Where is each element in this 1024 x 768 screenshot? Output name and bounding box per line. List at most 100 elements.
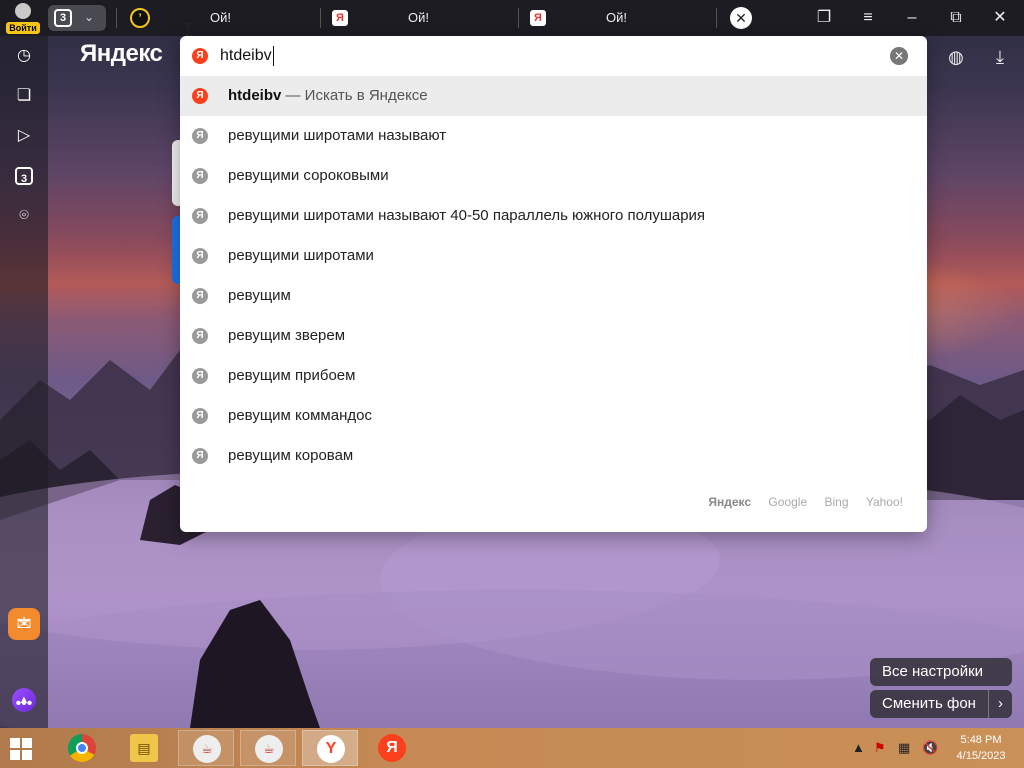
clock-time: 5:48 PM bbox=[960, 734, 1002, 746]
suggestion-text: ревущим прибоем bbox=[228, 367, 356, 384]
menu-icon[interactable]: ≡ bbox=[856, 6, 880, 30]
engine-yandex[interactable]: Яндекс bbox=[708, 495, 751, 509]
chevron-down-icon: ⌄ bbox=[84, 10, 95, 24]
yandex-favicon-icon: Я bbox=[530, 10, 546, 26]
suggestion-item[interactable]: Я ревущими широтами bbox=[180, 236, 927, 276]
system-clock[interactable]: 5:48 PM 4/15/2023 bbox=[944, 732, 1018, 764]
engine-yahoo[interactable]: Yahoo! bbox=[866, 495, 903, 509]
restore-icon[interactable]: ⧉ bbox=[944, 6, 968, 30]
tab-bar: Войти 3 ⌄ ʼ Ой! Я Ой! Я Ой! ✕ ❐ ≡ – ⧉ ✕ bbox=[0, 0, 1024, 36]
clear-search-icon[interactable]: ✕ bbox=[890, 47, 908, 65]
tab-count: 3 bbox=[54, 9, 72, 27]
suggestion-item[interactable]: Я ревущим коммандос bbox=[180, 396, 927, 436]
suggestion-text: htdeibv — Искать в Яндексе bbox=[228, 87, 428, 104]
download-icon[interactable]: ⤓ bbox=[989, 46, 1011, 68]
yandex-logo-icon: Я bbox=[192, 248, 208, 264]
divider bbox=[116, 8, 117, 28]
yandex-logo-icon: Я bbox=[192, 48, 208, 64]
search-engines: Яндекс Google Bing Yahoo! bbox=[694, 495, 903, 509]
volume-muted-icon[interactable]: 🔇 bbox=[922, 740, 938, 756]
taskbar-java-2[interactable]: ☕ bbox=[240, 730, 296, 766]
yandex-logo-icon: Я bbox=[192, 208, 208, 224]
suggestion-text: ревущими широтами bbox=[228, 247, 374, 264]
java-icon: ☕ bbox=[193, 735, 221, 763]
taskbar: ▤ ☕ ☕ Y Я ▲ ⚑ ▦ 🔇 bbox=[0, 728, 1024, 768]
suggestion-item[interactable]: Я htdeibv — Искать в Яндексе bbox=[180, 76, 927, 116]
yandex-logo-icon: Я bbox=[192, 88, 208, 104]
taskbar-explorer[interactable]: ▤ bbox=[116, 730, 172, 766]
search-bar[interactable]: Я htdeibv ✕ bbox=[180, 36, 927, 76]
suggestion-item[interactable]: Я ревущими широтами называют 40-50 парал… bbox=[180, 196, 927, 236]
taskbar-yandex[interactable]: Я bbox=[364, 730, 420, 766]
suggestion-text: ревущими широтами называют 40-50 паралле… bbox=[228, 207, 706, 224]
close-tab-icon[interactable]: ✕ bbox=[730, 7, 752, 29]
history-icon[interactable]: ◷ bbox=[12, 44, 36, 68]
chrome-icon bbox=[68, 734, 96, 762]
yandex-logo-icon: Я bbox=[192, 168, 208, 184]
clock-date: 4/15/2023 bbox=[956, 750, 1006, 762]
login-label: Войти bbox=[6, 22, 40, 34]
engine-bing[interactable]: Bing bbox=[824, 495, 848, 509]
action-center-icon[interactable]: ⚑ bbox=[874, 740, 886, 756]
yandex-logo-icon: Я bbox=[192, 328, 208, 344]
search-input[interactable]: htdeibv bbox=[220, 46, 274, 66]
brand-logo: Яндекс bbox=[80, 40, 163, 67]
windows-start-icon[interactable] bbox=[10, 738, 32, 760]
taskbar-chrome[interactable] bbox=[54, 730, 110, 766]
change-background-button[interactable]: Сменить фон › bbox=[870, 690, 1012, 718]
login-button[interactable]: Войти bbox=[6, 3, 40, 34]
folder-icon: ▤ bbox=[130, 734, 158, 762]
tab-2[interactable]: Я Ой! bbox=[332, 0, 517, 36]
more-icon[interactable]: ••• bbox=[12, 692, 36, 716]
tab-3[interactable]: Я Ой! bbox=[530, 0, 710, 36]
close-window-icon[interactable]: ✕ bbox=[988, 6, 1012, 30]
text-cursor-icon: I bbox=[183, 20, 194, 41]
network-icon[interactable]: ▦ bbox=[898, 740, 910, 756]
sidebar: ◷ ❏ ▷ 3 ⌾ ✉ + ▲ ••• bbox=[0, 36, 48, 728]
tab-title: Ой! bbox=[408, 10, 429, 25]
tab-count-button[interactable]: 3 ⌄ bbox=[48, 5, 106, 31]
search-dropdown: Я htdeibv ✕ Я htdeibv — Искать в Яндексе… bbox=[180, 36, 927, 532]
divider bbox=[716, 8, 717, 28]
suggestion-item[interactable]: Я ревущим коровам bbox=[180, 436, 927, 476]
yandex-logo-icon: Я bbox=[192, 288, 208, 304]
globe-icon[interactable]: ◍ bbox=[945, 46, 967, 68]
yandex-logo-icon: Я bbox=[192, 368, 208, 384]
tab-title: Ой! bbox=[210, 10, 231, 25]
yandex-icon: Я bbox=[378, 734, 406, 762]
suggestion-text: ревущими сороковыми bbox=[228, 167, 389, 184]
collections-icon[interactable]: ❏ bbox=[12, 84, 36, 108]
bookmarks-icon[interactable]: ❐ bbox=[812, 6, 836, 30]
engine-google[interactable]: Google bbox=[768, 495, 807, 509]
show-hidden-icons[interactable]: ▲ bbox=[852, 740, 865, 755]
suggestion-text: ревущим коровам bbox=[228, 447, 354, 464]
suggestion-item[interactable]: Я ревущим зверем bbox=[180, 316, 927, 356]
divider bbox=[320, 8, 321, 28]
yandex-favicon-icon: Я bbox=[332, 10, 348, 26]
all-settings-button[interactable]: Все настройки bbox=[870, 658, 1012, 686]
add-icon[interactable]: + bbox=[12, 610, 36, 634]
tab-title: Ой! bbox=[606, 10, 627, 25]
user-avatar-icon bbox=[15, 3, 31, 19]
search-action-text: — Искать в Яндексе bbox=[281, 87, 428, 104]
suggestion-item[interactable]: Я ревущими широтами называют bbox=[180, 116, 927, 156]
taskbar-java-1[interactable]: ☕ bbox=[178, 730, 234, 766]
java-icon: ☕ bbox=[255, 735, 283, 763]
video-icon[interactable]: ▷ bbox=[12, 124, 36, 148]
suggestion-item[interactable]: Я ревущим прибоем bbox=[180, 356, 927, 396]
yandex-logo-icon: Я bbox=[192, 408, 208, 424]
screenshot-icon[interactable]: ⌾ bbox=[12, 204, 36, 228]
yandex-browser-icon: Y bbox=[317, 735, 345, 763]
suggestion-text: ревущими широтами называют bbox=[228, 127, 447, 144]
suggestion-item[interactable]: Я ревущим bbox=[180, 276, 927, 316]
suggestion-item[interactable]: Я ревущими сороковыми bbox=[180, 156, 927, 196]
yandex-logo-icon: Я bbox=[192, 128, 208, 144]
chevron-right-icon: › bbox=[988, 690, 1012, 718]
pinned-tab-icon[interactable]: ʼ bbox=[130, 8, 150, 28]
query-text: htdeibv bbox=[228, 87, 282, 104]
suggestion-text: ревущим bbox=[228, 287, 291, 304]
minimize-icon[interactable]: – bbox=[900, 6, 924, 30]
suggestion-text: ревущим зверем bbox=[228, 327, 346, 344]
tabs-icon[interactable]: 3 bbox=[15, 167, 33, 185]
taskbar-yandex-browser[interactable]: Y bbox=[302, 730, 358, 766]
